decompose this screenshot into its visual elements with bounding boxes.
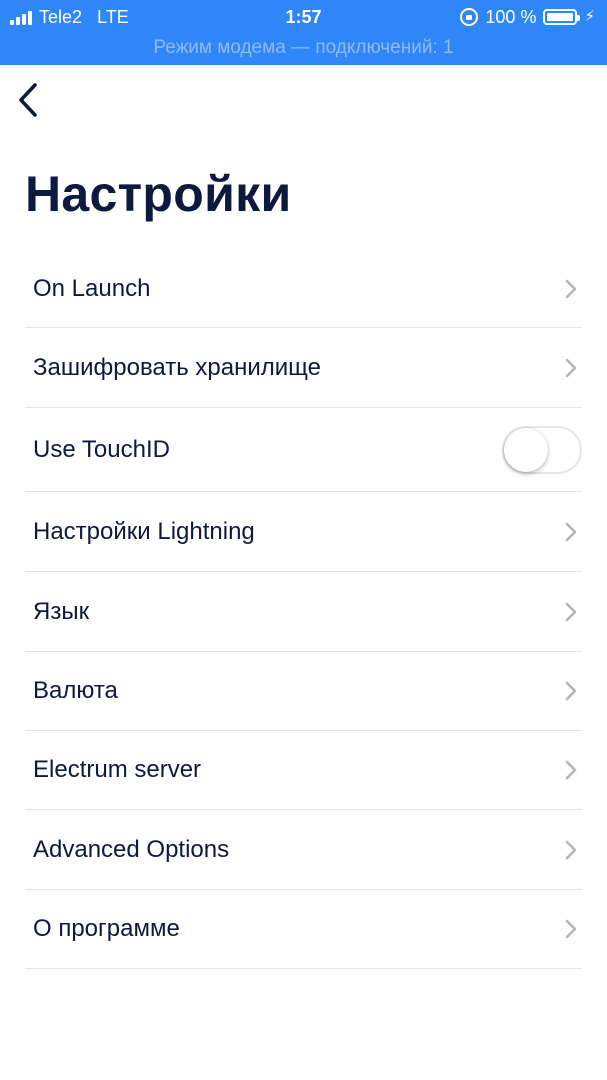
- chevron-right-icon: [565, 840, 577, 859]
- orientation-lock-icon: [460, 8, 479, 26]
- settings-row-label: Настройки Lightning: [33, 517, 255, 545]
- touchid-toggle[interactable]: [502, 425, 582, 474]
- chevron-right-icon: [565, 358, 577, 377]
- settings-row-label: Use TouchID: [33, 435, 170, 463]
- settings-row-язык[interactable]: Язык: [25, 572, 582, 652]
- charging-bolt-icon: ⚡: [584, 8, 595, 25]
- chevron-right-icon: [565, 760, 577, 780]
- chevron-right-icon: [565, 681, 577, 701]
- page-title: Настройки: [25, 166, 292, 222]
- settings-row-label: Electrum server: [33, 756, 202, 783]
- back-button[interactable]: [8, 78, 48, 122]
- settings-row-зашифровать-хранилище[interactable]: Зашифровать хранилище: [25, 328, 582, 408]
- settings-row-label: О программе: [33, 915, 180, 942]
- settings-row-label: Зашифровать хранилище: [33, 353, 321, 381]
- chevron-left-icon: [19, 83, 37, 117]
- status-right: 100 % ⚡: [460, 4, 595, 30]
- chevron-right-icon: [565, 919, 577, 939]
- hotspot-banner[interactable]: Режим модема — подключений: 1: [0, 34, 607, 62]
- chevron-right-icon: [565, 602, 577, 621]
- settings-row-advanced-options[interactable]: Advanced Options: [25, 810, 582, 890]
- settings-list: On Launch Зашифровать хранилище Use TouchI…: [25, 250, 582, 969]
- toggle-knob: [504, 427, 548, 472]
- settings-row-on-launch[interactable]: On Launch: [25, 250, 582, 328]
- settings-row-label: Язык: [33, 597, 90, 625]
- battery-percent: 100 %: [485, 7, 537, 27]
- battery-icon: [543, 9, 581, 25]
- settings-row-electrum-server[interactable]: Electrum server: [25, 731, 582, 810]
- settings-row-label: Advanced Options: [33, 835, 230, 863]
- chevron-right-icon: [565, 279, 577, 298]
- settings-row-валюта[interactable]: Валюта: [25, 652, 582, 731]
- settings-row-use-touchid[interactable]: Use TouchID: [25, 408, 582, 492]
- battery-fill: [547, 13, 574, 21]
- settings-row-label: On Launch: [33, 274, 151, 302]
- settings-row-о-программе[interactable]: О программе: [25, 890, 582, 969]
- settings-row-label: Валюта: [33, 677, 118, 704]
- chevron-right-icon: [565, 522, 577, 541]
- settings-row-настройки-lightning[interactable]: Настройки Lightning: [25, 492, 582, 572]
- status-bar: Tele2 LTE 1:57 100 % ⚡ Режим модема — по…: [0, 0, 607, 65]
